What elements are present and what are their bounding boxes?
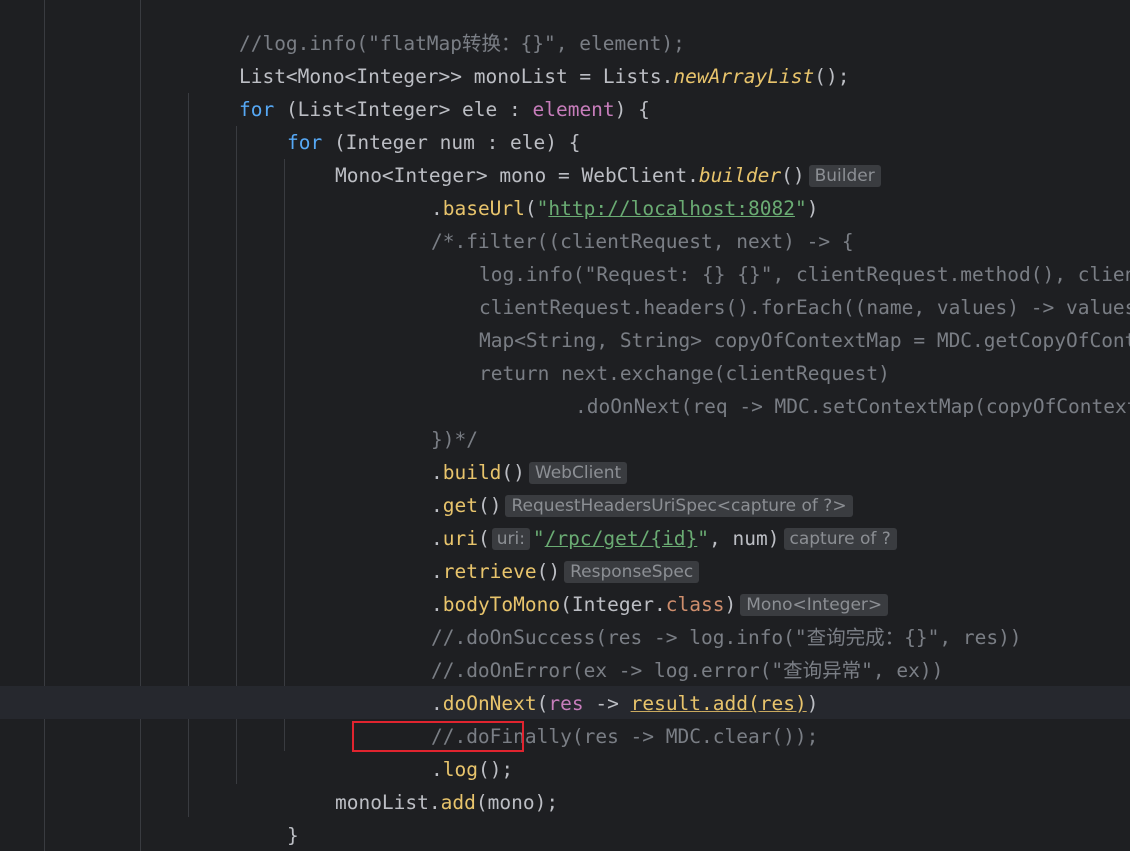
code-line-1[interactable]: //log.info("flatMap转换：{}", element); <box>192 0 685 27</box>
code-line-22[interactable]: //.doFinally(res -> MDC.clear()); <box>384 687 818 720</box>
type-inlay-hint[interactable]: capture of ? <box>784 528 897 550</box>
code-token: ) { <box>615 98 650 121</box>
code-line-2[interactable]: List<Mono<Integer>> monoList = Lists.new… <box>192 27 849 60</box>
code-line-5[interactable]: Mono<Integer> mono = WebClient.builder()… <box>288 126 881 159</box>
indent-guide <box>44 0 45 851</box>
type-inlay-hint[interactable]: Builder <box>809 165 881 187</box>
code-line-17[interactable]: .retrieve()ResponseSpec <box>384 522 699 555</box>
code-token: (mono); <box>476 791 558 814</box>
static-method-token: newArrayList <box>673 65 814 88</box>
code-line-21[interactable]: .doOnNext(res -> result.add(res)) <box>384 654 818 687</box>
code-line-7[interactable]: /*.filter((clientRequest, next) -> { <box>384 192 854 225</box>
code-line-25[interactable]: } <box>240 786 299 819</box>
code-line-11[interactable]: return next.exchange(clientRequest) <box>432 324 890 357</box>
code-line-4[interactable]: for (Integer num : ele) { <box>240 93 580 126</box>
code-line-15[interactable]: .get()RequestHeadersUriSpec<capture of ?… <box>384 456 853 489</box>
code-line-12[interactable]: .doOnNext(req -> MDC.setContextMap(copyO… <box>528 357 1130 390</box>
indent-guide <box>140 0 141 851</box>
closing-brace: } <box>287 824 299 847</box>
code-line-13[interactable]: })*/ <box>384 390 478 423</box>
code-line-18[interactable]: .bodyToMono(Integer.class)Mono<Integer> <box>384 555 888 588</box>
highlight-annotation-box <box>352 721 524 752</box>
code-line-26[interactable]: } <box>192 819 251 851</box>
code-line-9[interactable]: clientRequest.headers().forEach((name, v… <box>432 258 1130 291</box>
method-token: add <box>441 791 476 814</box>
code-line-20[interactable]: //.doOnError(ex -> log.error("查询异常", ex)… <box>384 621 943 654</box>
code-line-19[interactable]: //.doOnSuccess(res -> log.info("查询完成：{}"… <box>384 588 1022 621</box>
code-line-8[interactable]: log.info("Request: {} {}", clientRequest… <box>432 225 1130 258</box>
code-line-16[interactable]: .uri(uri:"/rpc/get/{id}", num)capture of… <box>384 489 897 522</box>
code-editor[interactable]: //log.info("flatMap转换：{}", element); Lis… <box>0 0 1130 851</box>
code-line-6[interactable]: .baseUrl("http://localhost:8082") <box>384 159 818 192</box>
indent-guide <box>284 159 285 751</box>
comment-text: .doOnNext(req -> MDC.setContextMap(copyO… <box>575 395 1130 418</box>
code-token: monoList. <box>335 791 441 814</box>
code-token: , num) <box>709 527 779 550</box>
code-token: (); <box>814 65 849 88</box>
code-line-10[interactable]: Map<String, String> copyOfContextMap = M… <box>432 291 1130 324</box>
code-line-14[interactable]: .build()WebClient <box>384 423 627 456</box>
code-line-3[interactable]: for (List<Integer> ele : element) { <box>192 60 650 93</box>
code-line-24[interactable]: monoList.add(mono); <box>288 753 558 786</box>
